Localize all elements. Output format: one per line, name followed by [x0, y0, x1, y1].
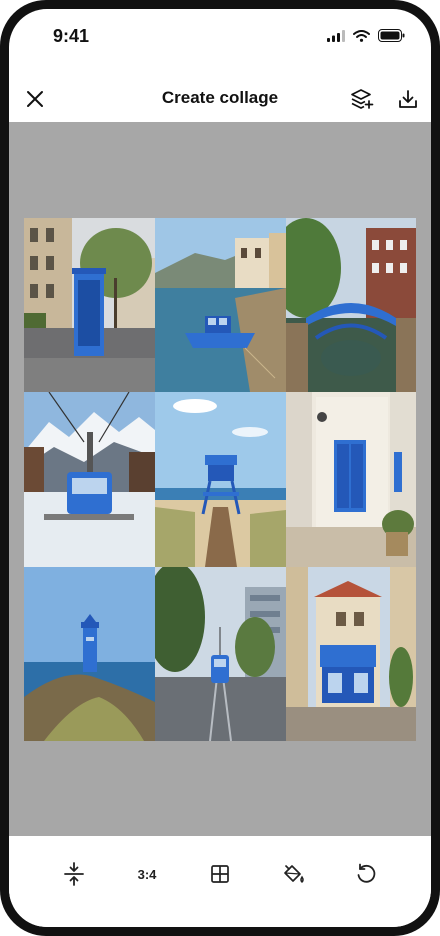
photo-white-house-blue-door [286, 392, 416, 567]
paint-bucket-icon [284, 865, 304, 884]
download-button[interactable] [390, 81, 426, 117]
aspect-ratio-label: 3:4 [137, 866, 157, 882]
photo-beach-lifeguard-tower [155, 392, 286, 567]
status-icons [327, 29, 405, 42]
status-time: 9:41 [53, 26, 90, 46]
photo-mountain-cable-car [24, 392, 155, 567]
layout-button[interactable] [200, 854, 240, 894]
reset-button[interactable] [346, 854, 386, 894]
collage-canvas [9, 122, 431, 836]
collage-photo-village-blue-shopfront[interactable] [286, 567, 416, 741]
collage-photo-city-blue-tram[interactable] [155, 567, 286, 741]
fill-button[interactable] [273, 854, 313, 894]
status-bar: 9:41 [9, 9, 431, 63]
phone-frame: 9:41 Create collage 3:4 [0, 0, 440, 936]
grid-layout-icon [211, 865, 229, 883]
app-screen: 9:41 Create collage 3:4 [9, 9, 431, 927]
photo-coast-lighthouse [24, 567, 155, 741]
battery-icon [378, 29, 405, 42]
collage-photo-coast-lighthouse[interactable] [24, 567, 155, 741]
vertical-spacing-icon [64, 862, 84, 886]
aspect-ratio-button[interactable]: 3:4 [127, 854, 167, 894]
photo-canal-blue-bridge [286, 218, 416, 392]
download-icon [399, 90, 417, 108]
photo-harbor-blue-boat [155, 218, 286, 392]
collage-photo-street-phone-booth[interactable] [24, 218, 155, 392]
collage-photo-beach-lifeguard-tower[interactable] [155, 392, 286, 567]
bottom-toolbar: 3:4 [9, 836, 431, 927]
collage-photo-mountain-cable-car[interactable] [24, 392, 155, 567]
photo-street-phone-booth [24, 218, 155, 392]
collage-photo-white-house-blue-door[interactable] [286, 392, 416, 567]
collage-photo-harbor-blue-boat[interactable] [155, 218, 286, 392]
photo-city-blue-tram [155, 567, 286, 741]
signal-icon [327, 29, 345, 42]
collage-grid [24, 218, 416, 741]
wifi-icon [353, 29, 370, 42]
undo-icon [357, 863, 376, 883]
collage-photo-canal-blue-bridge[interactable] [286, 218, 416, 392]
photo-village-blue-shopfront [286, 567, 416, 741]
layers-button[interactable] [344, 81, 380, 117]
top-bar: Create collage [9, 77, 431, 123]
layers-add-icon [351, 89, 374, 109]
spacing-button[interactable] [54, 854, 94, 894]
